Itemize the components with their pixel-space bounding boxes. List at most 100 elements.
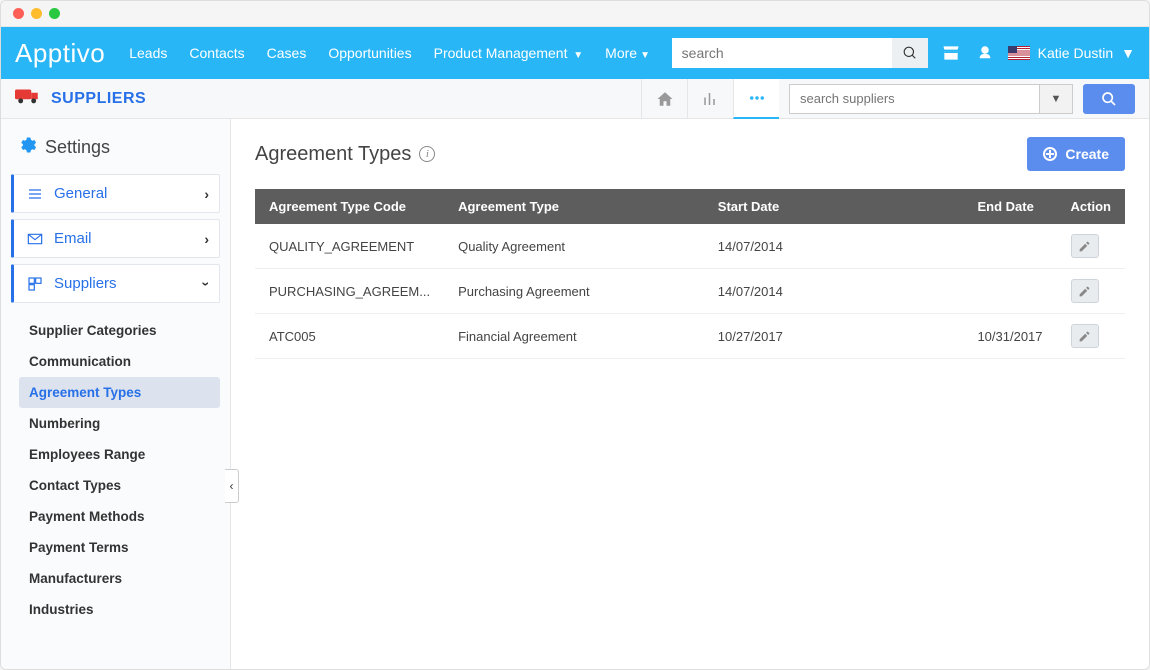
edit-button[interactable] — [1071, 279, 1099, 303]
th-start[interactable]: Start Date — [704, 189, 964, 224]
brand-logo[interactable]: Apptivo — [15, 38, 119, 69]
cell-type: Financial Agreement — [444, 314, 704, 359]
cell-start: 10/27/2017 — [704, 314, 964, 359]
sidebar-title: Settings — [11, 135, 220, 160]
cell-code: PURCHASING_AGREEM... — [269, 284, 430, 299]
home-icon — [656, 90, 674, 108]
pencil-icon — [1078, 285, 1091, 298]
nav-contacts[interactable]: Contacts — [189, 45, 244, 61]
nav-product-management[interactable]: Product Management ▼ — [434, 45, 584, 61]
cell-code: QUALITY_AGREEMENT — [269, 239, 430, 254]
create-button[interactable]: Create — [1027, 137, 1125, 171]
th-action: Action — [1057, 189, 1125, 224]
page-title-text: Agreement Types — [255, 143, 411, 166]
sidebar-item-industries[interactable]: Industries — [19, 594, 220, 625]
page-title: Agreement Types i — [255, 143, 435, 166]
sidebar-collapse-handle[interactable]: ‹ — [225, 469, 239, 503]
caret-down-icon: ▼ — [570, 50, 583, 61]
supplier-search: ▼ — [789, 84, 1073, 114]
supplier-search-button[interactable] — [1083, 84, 1135, 114]
user-name: Katie Dustin — [1038, 45, 1113, 61]
cell-start: 14/07/2014 — [704, 269, 964, 314]
module-title: SUPPLIERS — [15, 87, 146, 111]
window-zoom-icon[interactable] — [49, 8, 60, 19]
supplier-search-input[interactable] — [789, 84, 1039, 114]
window-chrome — [1, 1, 1149, 27]
sidebar-group-suppliers[interactable]: Suppliers › — [11, 264, 220, 303]
flag-us-icon — [1008, 46, 1030, 60]
info-icon[interactable]: i — [419, 146, 435, 162]
sidebar-item-numbering[interactable]: Numbering — [19, 408, 220, 439]
module-bar: SUPPLIERS ▼ — [1, 79, 1149, 119]
window-minimize-icon[interactable] — [31, 8, 42, 19]
nav-product-management-label: Product Management — [434, 45, 568, 61]
sidebar-item-supplier-categories[interactable]: Supplier Categories — [19, 315, 220, 346]
chevron-right-icon: › — [204, 231, 209, 247]
top-bar: Apptivo Leads Contacts Cases Opportuniti… — [1, 27, 1149, 79]
pencil-icon — [1078, 330, 1091, 343]
caret-down-icon: ▼ — [1121, 45, 1135, 61]
sidebar-item-contact-types[interactable]: Contact Types — [19, 470, 220, 501]
chevron-right-icon: › — [204, 186, 209, 202]
grid-icon — [26, 276, 44, 292]
ellipsis-icon — [748, 89, 766, 107]
th-code[interactable]: Agreement Type Code — [255, 189, 444, 224]
th-type[interactable]: Agreement Type — [444, 189, 704, 224]
edit-button[interactable] — [1071, 324, 1099, 348]
nav-more[interactable]: More▼ — [605, 45, 650, 61]
sidebar-group-label: Email — [54, 230, 92, 247]
sidebar-subitems: Supplier Categories Communication Agreem… — [11, 309, 220, 625]
th-end[interactable]: End Date — [963, 189, 1056, 224]
table-row[interactable]: PURCHASING_AGREEM... Purchasing Agreemen… — [255, 269, 1125, 314]
sidebar-item-payment-terms[interactable]: Payment Terms — [19, 532, 220, 563]
sidebar-title-text: Settings — [45, 137, 110, 158]
table-row[interactable]: QUALITY_AGREEMENT Quality Agreement 14/0… — [255, 224, 1125, 269]
store-icon[interactable] — [940, 42, 962, 64]
plus-circle-icon — [1043, 147, 1057, 161]
cell-type: Quality Agreement — [444, 224, 704, 269]
global-search-button[interactable] — [892, 38, 928, 68]
chevron-left-icon: ‹ — [230, 479, 234, 493]
sidebar-group-label: Suppliers — [54, 275, 117, 292]
cell-code: ATC005 — [269, 329, 430, 344]
mail-icon — [26, 231, 44, 247]
list-icon — [26, 186, 44, 202]
window-close-icon[interactable] — [13, 8, 24, 19]
settings-sidebar: Settings General › Email › S — [1, 119, 231, 669]
bar-chart-icon — [702, 90, 720, 108]
nav-leads[interactable]: Leads — [129, 45, 167, 61]
notification-icon[interactable] — [974, 42, 996, 64]
global-search-input[interactable] — [672, 38, 892, 68]
table-row[interactable]: ATC005 Financial Agreement 10/27/2017 10… — [255, 314, 1125, 359]
nav-cases[interactable]: Cases — [267, 45, 307, 61]
create-button-label: Create — [1065, 146, 1109, 162]
nav-more-label: More — [605, 45, 637, 61]
search-icon — [903, 46, 917, 60]
caret-down-icon: ▼ — [640, 50, 650, 61]
supplier-search-dropdown[interactable]: ▼ — [1039, 84, 1073, 114]
sidebar-group-label: General — [54, 185, 107, 202]
top-right: Katie Dustin ▼ — [672, 38, 1135, 68]
gear-icon — [17, 135, 37, 160]
more-actions-button[interactable] — [733, 79, 779, 119]
sidebar-item-manufacturers[interactable]: Manufacturers — [19, 563, 220, 594]
search-icon — [1101, 91, 1117, 107]
sidebar-item-agreement-types[interactable]: Agreement Types — [19, 377, 220, 408]
sidebar-item-communication[interactable]: Communication — [19, 346, 220, 377]
cell-end: 10/31/2017 — [963, 314, 1056, 359]
module-name: SUPPLIERS — [51, 90, 146, 108]
home-button[interactable] — [641, 79, 687, 119]
sidebar-group-general[interactable]: General › — [11, 174, 220, 213]
sidebar-item-payment-methods[interactable]: Payment Methods — [19, 501, 220, 532]
chevron-down-icon: › — [199, 281, 215, 286]
sidebar-group-email[interactable]: Email › — [11, 219, 220, 258]
app-window: Apptivo Leads Contacts Cases Opportuniti… — [0, 0, 1150, 670]
edit-button[interactable] — [1071, 234, 1099, 258]
truck-icon — [15, 87, 41, 111]
reports-button[interactable] — [687, 79, 733, 119]
user-menu[interactable]: Katie Dustin ▼ — [1008, 45, 1135, 61]
chevron-down-icon: ▼ — [1051, 93, 1062, 105]
sidebar-item-employees-range[interactable]: Employees Range — [19, 439, 220, 470]
nav-opportunities[interactable]: Opportunities — [328, 45, 411, 61]
table-header-row: Agreement Type Code Agreement Type Start… — [255, 189, 1125, 224]
